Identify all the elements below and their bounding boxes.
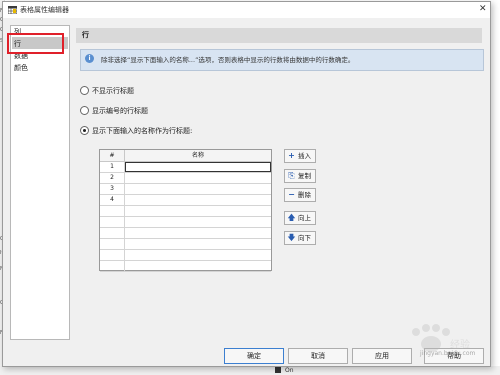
- delete-button-label: 删除: [298, 191, 311, 199]
- watermark-text: jingyan.baidu.com: [420, 350, 476, 357]
- info-text: 除非选择“显示下面输入的名称...”选项，否则表格中显示的行数将由数据中的行数确…: [101, 56, 355, 64]
- row-number-cell: 3: [100, 184, 125, 194]
- row-name-cell[interactable]: [125, 217, 271, 227]
- close-icon[interactable]: ✕: [479, 4, 487, 14]
- insert-button-label: 插入: [298, 152, 311, 160]
- cancel-button[interactable]: 取消: [288, 348, 348, 364]
- row-number-cell: 2: [100, 173, 125, 183]
- table-row[interactable]: 4: [100, 195, 271, 206]
- table-row[interactable]: 2: [100, 173, 271, 184]
- row-name-cell[interactable]: [125, 239, 271, 249]
- table-row[interactable]: [100, 250, 271, 261]
- radio-label-no-row-headers[interactable]: 不显示行标题: [92, 86, 134, 96]
- background-bottom-bar: [0, 366, 500, 375]
- insert-button[interactable]: + 插入: [284, 149, 316, 163]
- minus-icon: −: [288, 190, 295, 199]
- row-name-cell[interactable]: [125, 162, 271, 172]
- move-down-button-label: 向下: [298, 234, 311, 242]
- background-bottom-text: On: [285, 367, 294, 374]
- row-name-cell[interactable]: [125, 250, 271, 260]
- radio-no-row-headers[interactable]: [80, 86, 89, 95]
- column-header-name: 名称: [125, 150, 271, 162]
- move-up-button[interactable]: 🡅 向上: [284, 211, 316, 225]
- row-names-table[interactable]: # 名称 1234: [99, 149, 272, 272]
- arrow-down-icon: 🡇: [287, 233, 296, 242]
- row-name-cell[interactable]: [125, 195, 271, 205]
- red-annotation-box: [7, 33, 64, 54]
- row-name-cell[interactable]: [125, 184, 271, 194]
- info-icon: i: [85, 54, 94, 63]
- ok-button[interactable]: 确定: [224, 348, 284, 364]
- table-row[interactable]: [100, 206, 271, 217]
- delete-button[interactable]: − 删除: [284, 188, 316, 202]
- row-number-cell: [100, 250, 125, 260]
- table-row[interactable]: [100, 217, 271, 228]
- nav-item-colors[interactable]: 颜色: [14, 63, 28, 73]
- row-number-cell: 4: [100, 195, 125, 205]
- dialog-title: 表格属性编辑器: [20, 6, 69, 14]
- row-name-cell[interactable]: [125, 173, 271, 183]
- copy-button[interactable]: ⎘ 复制: [284, 169, 316, 183]
- radio-label-named-row-headers[interactable]: 显示下面输入的名称作为行标题:: [92, 126, 192, 136]
- category-list[interactable]: 列 行 数据 颜色: [10, 25, 70, 340]
- dialog-titlebar[interactable]: 表格属性编辑器 ✕: [3, 2, 490, 18]
- arrow-up-icon: 🡅: [287, 213, 296, 222]
- table-row[interactable]: [100, 239, 271, 250]
- radio-named-row-headers[interactable]: [80, 126, 89, 135]
- copy-button-label: 复制: [298, 172, 311, 180]
- plus-icon: +: [288, 151, 295, 160]
- row-name-cell[interactable]: [125, 228, 271, 238]
- table-row[interactable]: 1: [100, 162, 271, 173]
- radio-label-numbered-row-headers[interactable]: 显示编号的行标题: [92, 106, 148, 116]
- panel-header: [76, 28, 482, 43]
- row-number-cell: [100, 206, 125, 216]
- column-header-number: #: [100, 150, 125, 162]
- row-number-cell: [100, 239, 125, 249]
- table-row[interactable]: [100, 261, 271, 272]
- move-down-button[interactable]: 🡇 向下: [284, 231, 316, 245]
- background-app-icon: [275, 367, 281, 373]
- row-number-cell: [100, 261, 125, 271]
- panel-title: 行: [82, 31, 89, 39]
- row-name-cell[interactable]: [125, 261, 271, 271]
- copy-icon: ⎘: [288, 171, 295, 180]
- move-up-button-label: 向上: [298, 214, 311, 222]
- row-name-cell[interactable]: [125, 206, 271, 216]
- table-row[interactable]: 3: [100, 184, 271, 195]
- table-app-icon: [8, 6, 17, 14]
- radio-numbered-row-headers[interactable]: [80, 106, 89, 115]
- row-number-cell: [100, 217, 125, 227]
- row-number-cell: [100, 228, 125, 238]
- table-row[interactable]: [100, 228, 271, 239]
- row-number-cell: 1: [100, 162, 125, 172]
